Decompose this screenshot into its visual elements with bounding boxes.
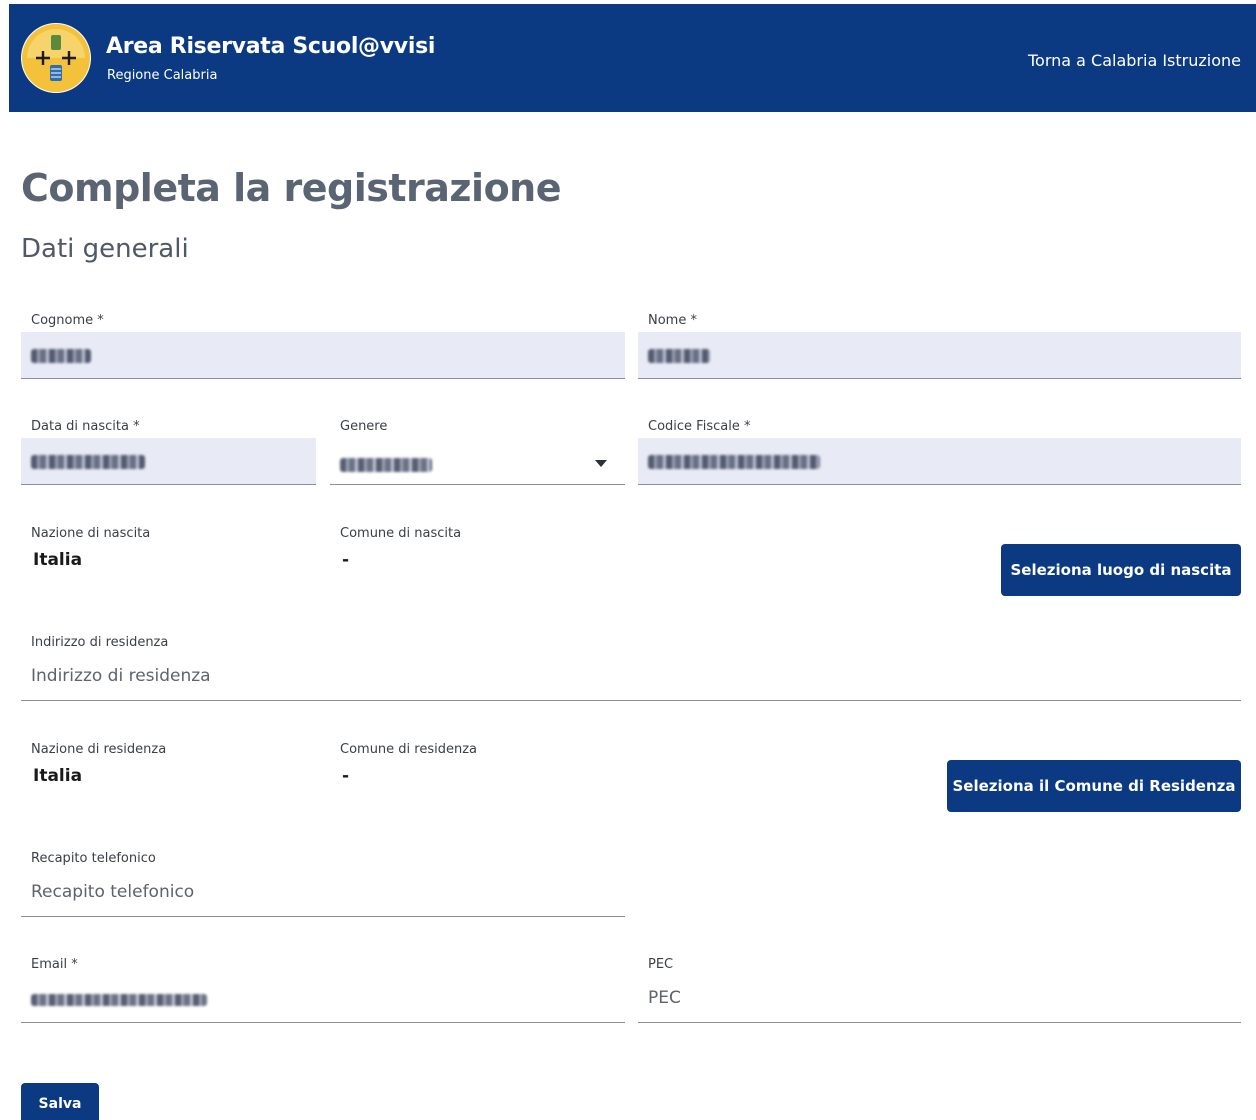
nazione-residenza-label: Nazione di residenza: [31, 742, 167, 757]
nazione-nascita-field: Nazione di nascita Italia: [21, 526, 316, 586]
codice-fiscale-field: Codice Fiscale *: [638, 419, 1241, 486]
cognome-field: Cognome *: [21, 313, 625, 380]
indirizzo-label: Indirizzo di residenza: [31, 635, 169, 650]
codice-fiscale-value-redacted: [648, 455, 820, 469]
seleziona-comune-residenza-button[interactable]: Seleziona il Comune di Residenza: [947, 760, 1241, 812]
comune-nascita-field: Comune di nascita -: [330, 526, 625, 586]
app-title: Area Riservata Scuol@vvisi: [106, 34, 436, 59]
section-title: Dati generali: [21, 234, 189, 264]
email-value-redacted: [31, 994, 207, 1006]
pec-box: [638, 976, 1241, 1023]
email-label: Email *: [31, 957, 78, 972]
nome-input[interactable]: [638, 332, 1241, 379]
back-to-calabria-istruzione-link[interactable]: Torna a Calabria Istruzione: [1028, 51, 1241, 70]
cognome-input[interactable]: [21, 332, 625, 379]
comune-nascita-value: -: [342, 550, 350, 570]
telefono-input[interactable]: [31, 882, 615, 902]
cognome-value-redacted: [31, 349, 91, 363]
nazione-nascita-label: Nazione di nascita: [31, 526, 151, 541]
comune-nascita-label: Comune di nascita: [340, 526, 462, 541]
seleziona-luogo-nascita-button[interactable]: Seleziona luogo di nascita: [1001, 544, 1241, 596]
pec-field: PEC: [638, 957, 1241, 1024]
nazione-residenza-value: Italia: [33, 766, 83, 786]
email-field: Email *: [21, 957, 625, 1024]
chevron-down-icon[interactable]: [595, 460, 607, 467]
indirizzo-field: Indirizzo di residenza: [21, 635, 1241, 702]
cognome-label: Cognome *: [31, 313, 104, 328]
pec-label: PEC: [648, 957, 674, 972]
data-nascita-input[interactable]: [21, 438, 316, 485]
genere-value-redacted: [340, 458, 432, 472]
genere-select[interactable]: [330, 438, 625, 485]
genere-field: Genere: [330, 419, 625, 486]
pec-input[interactable]: [648, 988, 1231, 1008]
telefono-label: Recapito telefonico: [31, 851, 156, 866]
comune-residenza-value: -: [342, 766, 350, 786]
nazione-residenza-field: Nazione di residenza Italia: [21, 742, 316, 802]
data-nascita-label: Data di nascita *: [31, 419, 140, 434]
page-title: Completa la registrazione: [21, 166, 562, 210]
app-header: Area Riservata Scuol@vvisi Regione Calab…: [9, 4, 1256, 112]
nome-field: Nome *: [638, 313, 1241, 380]
telefono-field: Recapito telefonico: [21, 851, 625, 918]
indirizzo-input[interactable]: [31, 666, 1231, 686]
codice-fiscale-input[interactable]: [638, 438, 1241, 485]
data-nascita-field: Data di nascita *: [21, 419, 316, 486]
nome-value-redacted: [648, 349, 710, 363]
codice-fiscale-label: Codice Fiscale *: [648, 419, 751, 434]
indirizzo-box: [21, 654, 1241, 701]
app-subtitle: Regione Calabria: [107, 68, 218, 83]
regione-calabria-crest-icon[interactable]: [21, 23, 91, 93]
telefono-box: [21, 870, 625, 917]
comune-residenza-field: Comune di residenza -: [330, 742, 625, 802]
nome-label: Nome *: [648, 313, 697, 328]
comune-residenza-label: Comune di residenza: [340, 742, 478, 757]
genere-label: Genere: [340, 419, 388, 434]
data-nascita-value-redacted: [31, 455, 145, 469]
salva-button[interactable]: Salva: [21, 1083, 99, 1120]
email-input[interactable]: [21, 976, 625, 1023]
nazione-nascita-value: Italia: [33, 550, 83, 570]
